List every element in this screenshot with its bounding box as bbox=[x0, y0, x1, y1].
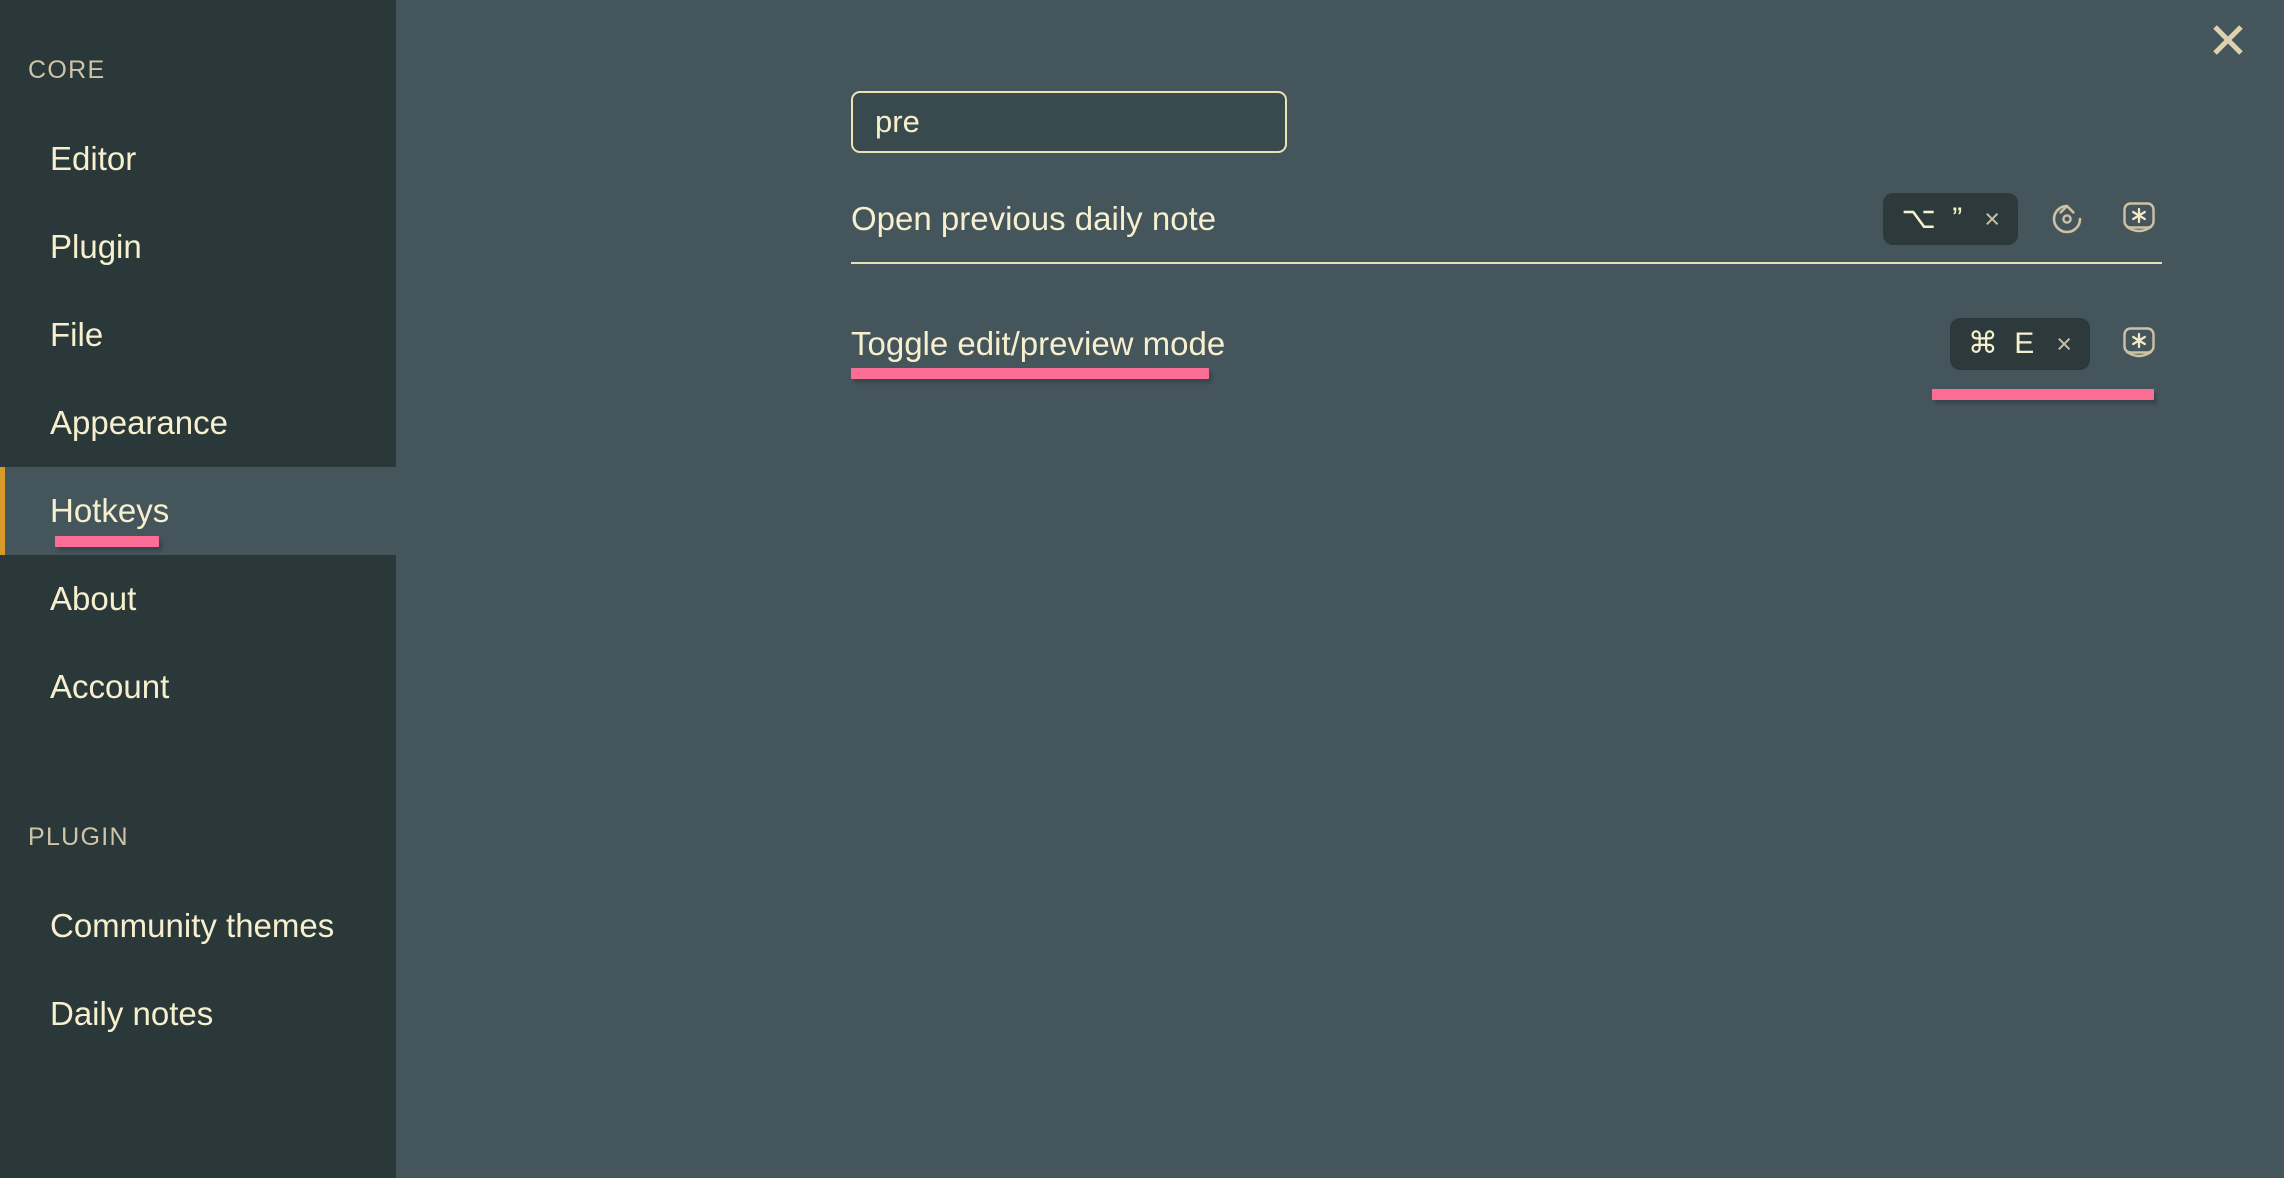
sidebar-item-label: File bbox=[50, 316, 104, 353]
sidebar-item-hotkeys[interactable]: Hotkeys bbox=[0, 467, 396, 555]
sidebar-item-label: Hotkeys bbox=[50, 492, 169, 547]
hotkey-controls: ⌥ ” × bbox=[1883, 193, 2162, 245]
sidebar-item-plugin[interactable]: Plugin bbox=[0, 203, 396, 291]
sidebar-item-label: About bbox=[50, 580, 137, 617]
restore-icon bbox=[2052, 204, 2082, 234]
sidebar-item-daily-notes[interactable]: Daily notes bbox=[0, 970, 396, 1058]
sidebar-section-plugin-header: PLUGIN bbox=[28, 823, 129, 851]
hotkey-search-wrapper bbox=[851, 91, 1287, 153]
assign-hotkey-button[interactable] bbox=[2116, 321, 2162, 367]
sidebar-item-community-themes[interactable]: Community themes bbox=[0, 882, 396, 970]
sidebar-section-core-header: CORE bbox=[28, 56, 106, 84]
keyboard-key-icon bbox=[2123, 327, 2155, 358]
sidebar-item-appearance[interactable]: Appearance bbox=[0, 379, 396, 467]
hotkey-row: Open previous daily note ⌥ ” × bbox=[851, 176, 2162, 264]
hotkey-command-label: Open previous daily note bbox=[851, 200, 1217, 237]
restore-default-button[interactable] bbox=[2044, 196, 2090, 242]
hotkey-key-combo: ⌥ ” bbox=[1901, 202, 1967, 235]
sidebar-item-label: Appearance bbox=[50, 404, 228, 441]
sidebar-item-about[interactable]: About bbox=[0, 555, 396, 643]
close-button[interactable] bbox=[2200, 12, 2256, 68]
sidebar-item-account[interactable]: Account bbox=[0, 643, 396, 731]
keyboard-key-icon bbox=[2123, 202, 2155, 233]
highlight-marker-command bbox=[851, 368, 1209, 379]
assign-hotkey-button[interactable] bbox=[2116, 196, 2162, 242]
hotkey-list: Open previous daily note ⌥ ” × Toggle ed… bbox=[851, 176, 2162, 400]
hotkey-row: Toggle edit/preview mode ⌘ E × bbox=[851, 300, 2162, 400]
hotkeys-panel: Open previous daily note ⌥ ” × bbox=[396, 0, 2284, 1178]
remove-hotkey-button[interactable]: × bbox=[1984, 205, 2000, 233]
hotkey-key-badge[interactable]: ⌥ ” × bbox=[1883, 193, 2018, 245]
sidebar-item-label: Editor bbox=[50, 140, 137, 177]
hotkey-search-input[interactable] bbox=[851, 91, 1287, 153]
hotkey-controls: ⌘ E × bbox=[1932, 318, 2162, 400]
hotkey-command-label: Toggle edit/preview mode bbox=[851, 325, 1225, 379]
sidebar-item-label: Daily notes bbox=[50, 995, 214, 1032]
settings-sidebar: CORE Editor Plugin File Appearance Hotke… bbox=[0, 0, 396, 1178]
settings-window: CORE Editor Plugin File Appearance Hotke… bbox=[0, 0, 2284, 1178]
sidebar-item-label: Plugin bbox=[50, 228, 142, 265]
sidebar-item-label: Community themes bbox=[50, 907, 335, 944]
hotkey-key-combo: ⌘ E bbox=[1967, 327, 2039, 360]
sidebar-item-editor[interactable]: Editor bbox=[0, 115, 396, 203]
highlight-marker-hotkeys bbox=[55, 536, 160, 547]
highlight-marker-key-badge bbox=[1932, 389, 2154, 400]
close-icon bbox=[2213, 25, 2243, 55]
sidebar-item-file[interactable]: File bbox=[0, 291, 396, 379]
remove-hotkey-button[interactable]: × bbox=[2056, 330, 2072, 358]
hotkey-key-badge[interactable]: ⌘ E × bbox=[1949, 318, 2090, 370]
sidebar-item-label: Account bbox=[50, 668, 170, 705]
